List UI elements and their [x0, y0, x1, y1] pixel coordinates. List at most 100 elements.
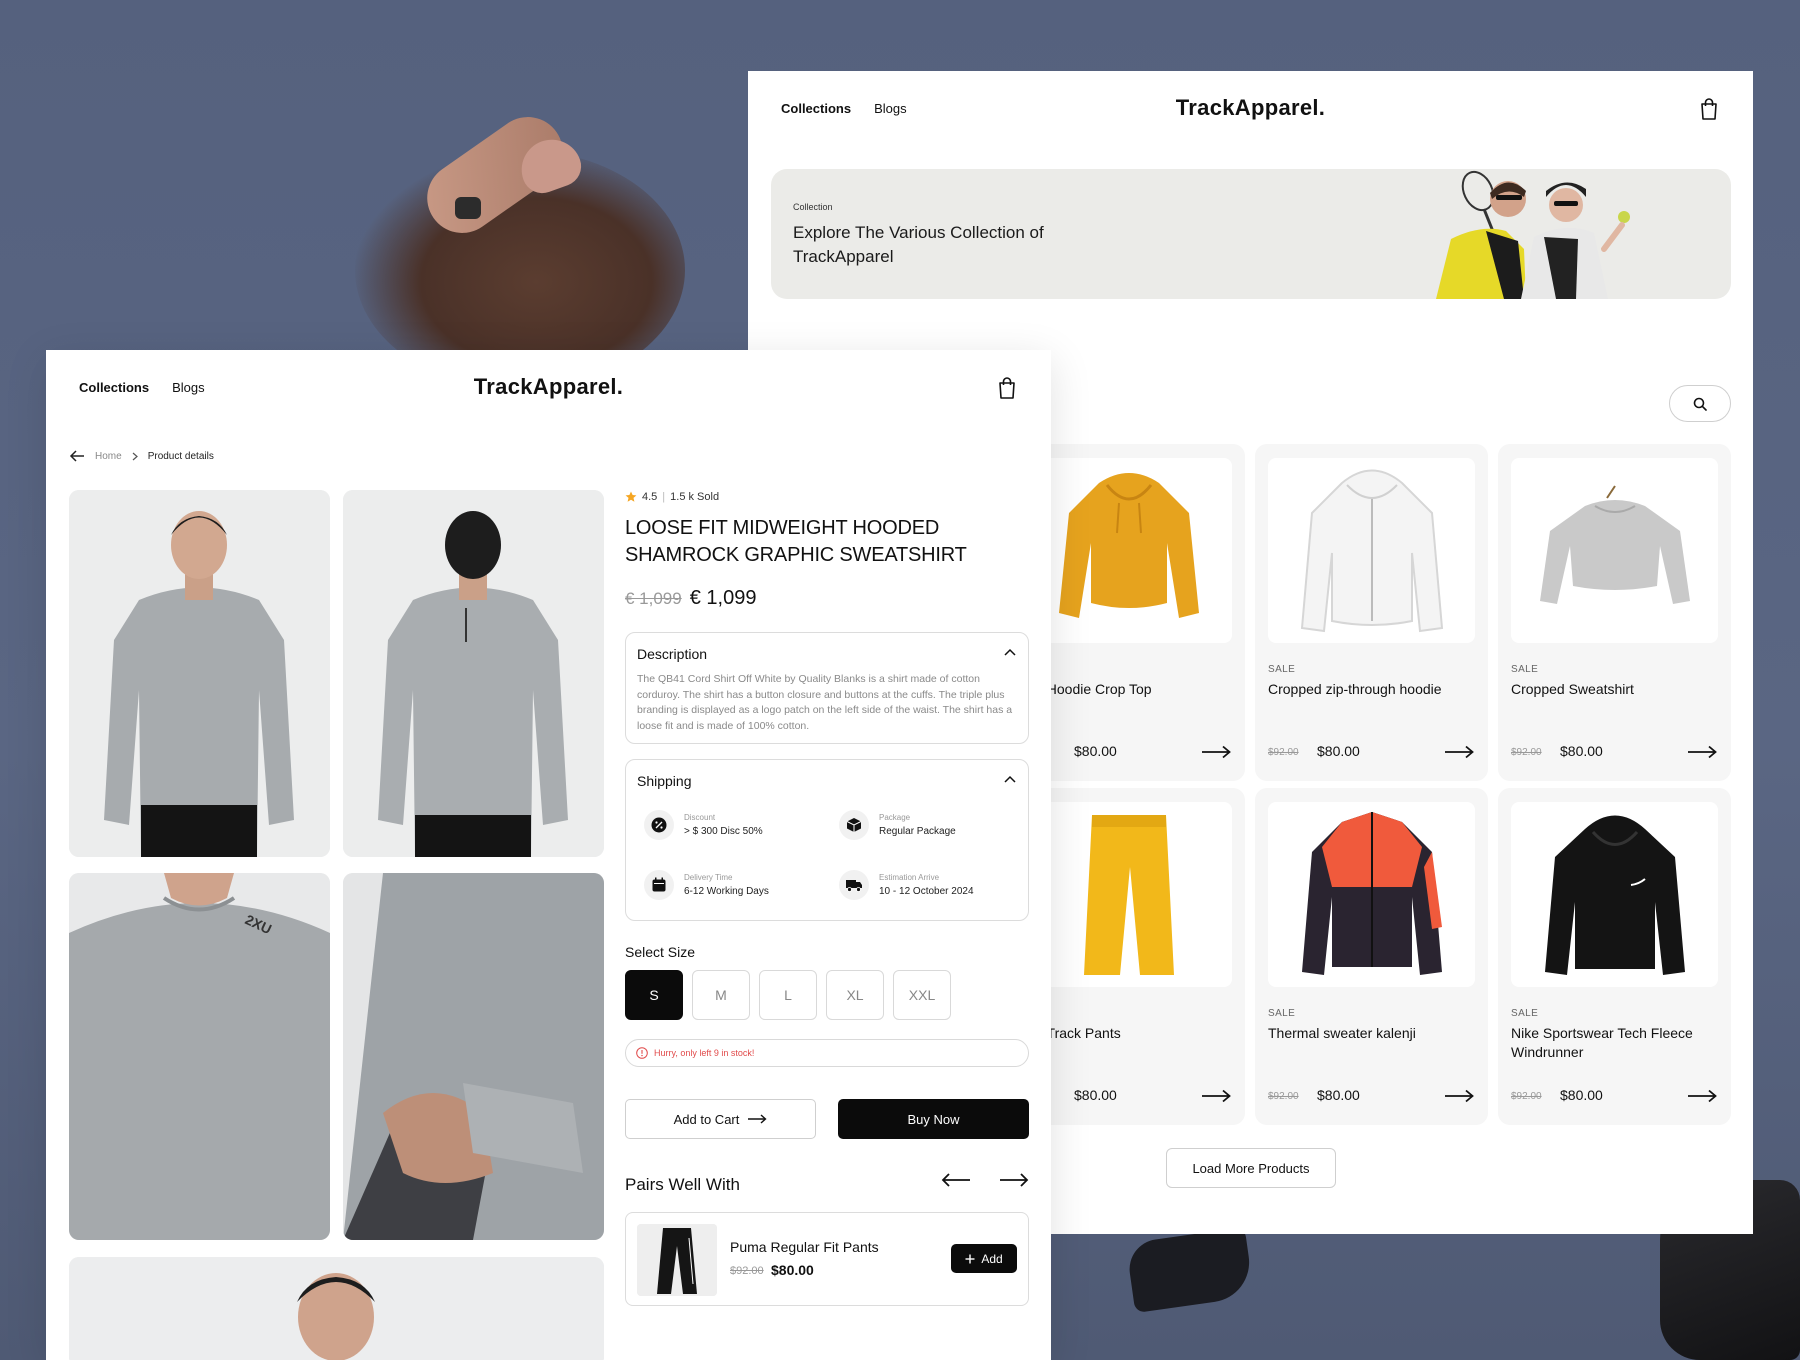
- product-price: $80.00: [1074, 1087, 1117, 1103]
- sale-badge: SALE: [1511, 1008, 1539, 1019]
- arrow-right-icon[interactable]: [999, 1170, 1029, 1190]
- zip-hoodie-image: [1300, 469, 1443, 633]
- arrow-right-icon[interactable]: [1687, 1089, 1717, 1103]
- sold-count: 1.5 k Sold: [670, 491, 720, 503]
- add-pair-button[interactable]: Add: [951, 1244, 1017, 1273]
- pairs-well-with-title: Pairs Well With: [625, 1175, 740, 1194]
- original-price: € 1,099: [625, 589, 682, 608]
- product-price: $80.00: [1560, 1087, 1603, 1103]
- size-option-m[interactable]: M: [692, 970, 750, 1020]
- sale-badge: SALE: [1268, 664, 1296, 675]
- brand-logo[interactable]: TrackApparel.: [46, 374, 1051, 400]
- product-name[interactable]: Thermal sweater kalenji: [1268, 1024, 1478, 1043]
- hoodie-crop-top-image: [1058, 473, 1199, 618]
- product-old-price: $92.00: [1268, 747, 1299, 758]
- arrow-left-icon[interactable]: [941, 1170, 971, 1190]
- product-title: LOOSE FIT MIDWEIGHT HOODED SHAMROCK GRAP…: [625, 517, 967, 566]
- shipping-discount: Discount > $ 300 Disc 50%: [644, 810, 763, 840]
- chevron-up-icon[interactable]: [1004, 648, 1016, 656]
- stock-alert-text: Hurry, only left 9 in stock!: [654, 1048, 755, 1058]
- product-card[interactable]: SALE Cropped Sweatshirt $92.00 $80.00: [1498, 444, 1731, 781]
- background-watch: [455, 197, 481, 219]
- shipping-value: > $ 300 Disc 50%: [684, 826, 763, 837]
- product-photo-chest[interactable]: 2XU: [69, 873, 330, 1240]
- search-icon: [1693, 397, 1707, 411]
- size-option-s[interactable]: S: [625, 970, 683, 1020]
- product-name[interactable]: ow Hoodie Crop Top: [1025, 680, 1235, 699]
- size-label: Select Size: [625, 944, 696, 960]
- size-option-xl[interactable]: XL: [826, 970, 884, 1020]
- hero-tag: Collection: [793, 202, 833, 212]
- truck-icon: [846, 880, 862, 892]
- shopping-bag-icon[interactable]: [997, 376, 1017, 400]
- description-text: The QB41 Cord Shirt Off White by Quality…: [637, 673, 1013, 732]
- stock-alert: Hurry, only left 9 in stock!: [625, 1039, 1029, 1067]
- arrow-right-icon[interactable]: [1201, 745, 1231, 759]
- product-card[interactable]: SALE Nike Sportswear Tech Fleece Windrun…: [1498, 788, 1731, 1125]
- discount-icon: [651, 817, 667, 833]
- pair-old-price: $92.00: [730, 1265, 764, 1277]
- product-image: [1268, 802, 1475, 987]
- arrow-right-icon: [748, 1114, 767, 1124]
- current-price: € 1,099: [689, 587, 757, 609]
- product-name[interactable]: Nike Sportswear Tech Fleece Windrunner: [1511, 1024, 1721, 1062]
- product-photo-back[interactable]: [343, 490, 604, 857]
- product-image: [1511, 458, 1718, 643]
- load-more-button[interactable]: Load More Products: [1166, 1148, 1336, 1188]
- collection-hero-banner: Collection Explore The Various Collectio…: [771, 169, 1731, 299]
- background-shoe: [1125, 1226, 1255, 1314]
- shipping-label: Discount: [684, 813, 716, 822]
- product-card[interactable]: SALE Thermal sweater kalenji $92.00 $80.…: [1255, 788, 1488, 1125]
- shipping-delivery-time: Delivery Time 6-12 Working Days: [644, 870, 769, 900]
- size-option-xxl[interactable]: XXL: [893, 970, 951, 1020]
- price-row: € 1,099 € 1,099: [625, 587, 756, 610]
- cropped-sweatshirt-image: [1539, 484, 1690, 604]
- product-card[interactable]: SALE Cropped zip-through hoodie $92.00 $…: [1255, 444, 1488, 781]
- shopping-bag-icon[interactable]: [1699, 97, 1719, 121]
- package-icon: [846, 818, 862, 832]
- model-back-illustration: [343, 490, 604, 857]
- chevron-right-icon: [132, 452, 138, 460]
- product-image: [1025, 802, 1232, 987]
- model-sleeve-illustration: [343, 873, 604, 1240]
- arrow-right-icon[interactable]: [1687, 745, 1717, 759]
- chevron-up-icon[interactable]: [1004, 775, 1016, 783]
- description-title[interactable]: Description: [637, 646, 707, 662]
- product-photo-portrait[interactable]: [69, 1257, 604, 1360]
- brand-logo[interactable]: TrackApparel.: [748, 95, 1753, 121]
- pair-product-image: [637, 1224, 717, 1296]
- size-option-l[interactable]: L: [759, 970, 817, 1020]
- description-panel: Description The QB41 Cord Shirt Off Whit…: [625, 632, 1029, 744]
- arrow-right-icon[interactable]: [1201, 1089, 1231, 1103]
- pants-image: [637, 1224, 717, 1296]
- track-pants-image: [1083, 815, 1174, 975]
- product-name[interactable]: ow Track Pants: [1025, 1024, 1235, 1043]
- shipping-label: Delivery Time: [684, 873, 733, 882]
- shipping-value: 10 - 12 October 2024: [879, 886, 974, 897]
- product-photo-front[interactable]: [69, 490, 330, 857]
- product-price: $80.00: [1074, 743, 1117, 759]
- product-old-price: $92.00: [1268, 1091, 1299, 1102]
- arrow-right-icon[interactable]: [1444, 745, 1474, 759]
- hero-models-image: [1436, 170, 1630, 299]
- product-name[interactable]: Cropped Sweatshirt: [1511, 680, 1721, 699]
- top-navigation: Collections Blogs TrackApparel.: [46, 350, 1051, 426]
- pair-product-name[interactable]: Puma Regular Fit Pants: [730, 1239, 879, 1255]
- sale-badge: SALE: [1511, 664, 1539, 675]
- star-icon: [625, 491, 637, 502]
- breadcrumb-current: Product details: [147, 450, 214, 462]
- buy-now-button[interactable]: Buy Now: [838, 1099, 1029, 1139]
- arrow-right-icon[interactable]: [1444, 1089, 1474, 1103]
- breadcrumb-home-link[interactable]: Home: [95, 451, 122, 462]
- shipping-label: Estimation Arrive: [879, 873, 940, 882]
- model-front-illustration: [69, 490, 330, 857]
- shipping-package: Package Regular Package: [839, 810, 956, 840]
- pair-product-card[interactable]: Puma Regular Fit Pants $92.00 $80.00 Add: [625, 1212, 1029, 1306]
- shipping-title[interactable]: Shipping: [637, 773, 692, 789]
- product-name[interactable]: Cropped zip-through hoodie: [1268, 680, 1478, 699]
- search-button[interactable]: [1669, 385, 1731, 422]
- back-arrow-icon[interactable]: [69, 450, 85, 462]
- add-to-cart-button[interactable]: Add to Cart: [625, 1099, 816, 1139]
- model-chest-illustration: 2XU: [69, 873, 330, 1240]
- product-photo-sleeve[interactable]: [343, 873, 604, 1240]
